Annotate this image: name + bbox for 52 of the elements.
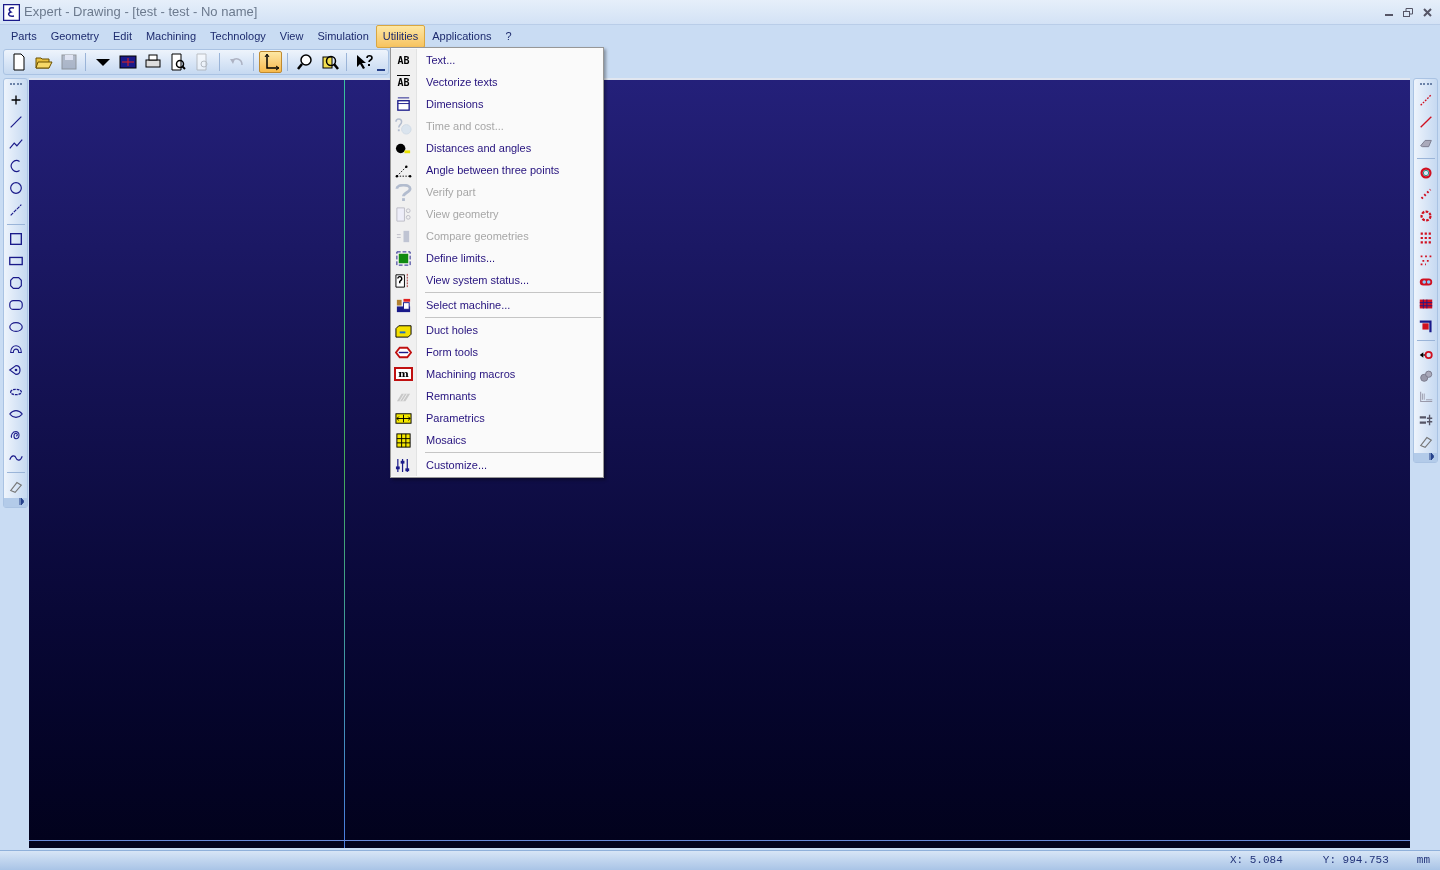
- circle-icon[interactable]: [7, 179, 24, 196]
- menu-item[interactable]: Technology: [203, 25, 273, 48]
- menu-item[interactable]: Applications: [425, 25, 499, 48]
- toolbar-options-icon[interactable]: [1429, 453, 1434, 461]
- window-title: Expert - Drawing - [test - test - No name]: [24, 3, 258, 22]
- unit-label: mm: [1416, 853, 1430, 869]
- menu-item[interactable]: Text...: [426, 51, 456, 69]
- menu-item[interactable]: Vectorize texts: [426, 73, 498, 91]
- menu-item[interactable]: Machining macros: [426, 365, 516, 383]
- menu-item[interactable]: Distances and angles: [426, 139, 532, 157]
- menu-item[interactable]: Select machine...: [426, 296, 511, 314]
- menu-item[interactable]: Parametrics: [426, 409, 485, 427]
- eraser-icon[interactable]: [1417, 434, 1434, 451]
- menu-item[interactable]: Duct holes: [426, 321, 478, 339]
- document-icon: [395, 205, 412, 223]
- menu-item[interactable]: Define limits...: [426, 249, 496, 267]
- restore-icon[interactable]: [1403, 7, 1413, 17]
- menu-item[interactable]: Simulation: [310, 25, 376, 48]
- menu-item[interactable]: Angle between three points: [426, 161, 560, 179]
- square-icon[interactable]: [7, 230, 24, 247]
- corner-fill-icon[interactable]: [1417, 317, 1434, 334]
- octagon-icon[interactable]: [7, 274, 24, 291]
- menu-item[interactable]: Utilities: [375, 25, 426, 48]
- limits-icon: [395, 249, 412, 267]
- y-coordinate: Y: 994.753: [1322, 853, 1389, 869]
- menu-item[interactable]: Edit: [106, 25, 139, 48]
- mosaic-icon: [395, 431, 412, 449]
- menu-item[interactable]: Geometry: [43, 25, 106, 48]
- eraser-icon[interactable]: [7, 479, 24, 496]
- toolbar-options-icon[interactable]: [19, 498, 24, 506]
- menu-item[interactable]: Remnants: [426, 387, 477, 405]
- close-icon[interactable]: [1423, 7, 1432, 17]
- gears-icon[interactable]: [1417, 368, 1434, 385]
- app-logo-icon: [3, 3, 20, 21]
- dimension-icon: [395, 95, 412, 113]
- menu-item[interactable]: Form tools: [426, 343, 478, 361]
- toggle-button[interactable]: [259, 51, 282, 73]
- text-icon: AB: [397, 52, 410, 68]
- menu-item[interactable]: View: [272, 25, 311, 48]
- question-magnifier-icon: [395, 117, 412, 135]
- sliders-icon: [395, 456, 412, 474]
- macro-icon: m: [394, 367, 413, 381]
- x-coordinate: X: 5.084: [1229, 853, 1283, 869]
- menu-item[interactable]: Mosaics: [426, 431, 467, 449]
- menu-item[interactable]: Machining: [138, 25, 204, 48]
- machine-icon: [395, 296, 412, 314]
- question-mark-icon: [395, 183, 412, 201]
- menu-item[interactable]: Customize...: [426, 456, 488, 474]
- menu-item[interactable]: View system status...: [426, 271, 530, 289]
- menu-item[interactable]: Dimensions: [426, 95, 484, 113]
- menu-item[interactable]: ?: [498, 25, 519, 48]
- menu-item[interactable]: Parts: [4, 25, 44, 48]
